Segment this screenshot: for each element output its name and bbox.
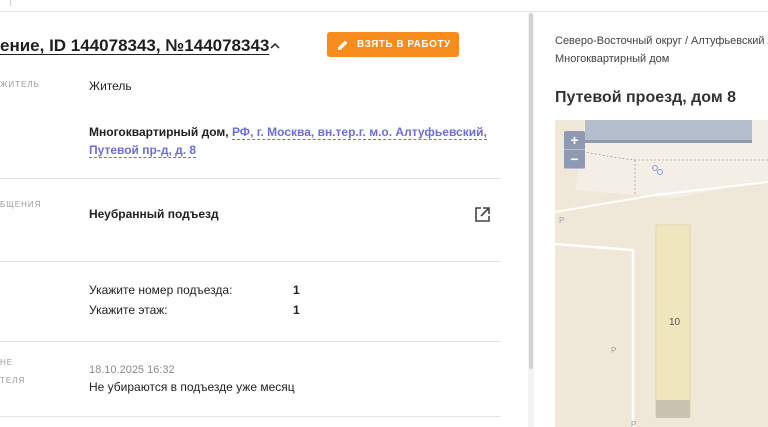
take-to-work-button[interactable]: ВЗЯТЬ В РАБОТУ: [327, 32, 459, 57]
comment-label-line2: ТЕЛЯ: [0, 376, 26, 385]
parking-poi-3: P: [631, 420, 637, 427]
place-title: Путевой проезд, дом 8: [555, 89, 737, 106]
breadcrumb: Северо-Восточный округ / Алтуфьевский / …: [555, 32, 768, 68]
comment-label-line1: НЕ: [0, 358, 14, 367]
author-object-section: ЖИТЕЛЬ Житель Многоквартирный дом, РФ, г…: [0, 71, 500, 179]
top-border: [0, 0, 768, 12]
open-external-icon[interactable]: [474, 206, 491, 223]
chevron-up-icon[interactable]: [269, 40, 281, 52]
parking-poi-2: P: [611, 346, 617, 355]
breadcrumb-line2[interactable]: Многоквартирный дом: [555, 50, 768, 68]
appeal-details-panel: ение, ID 144078343, №144078343 ВЗЯТЬ В Р…: [0, 13, 532, 427]
breadcrumb-line1[interactable]: Северо-Восточный округ / Алтуфьевский /: [555, 32, 768, 50]
top-tick: [10, 0, 11, 6]
take-to-work-label: ВЗЯТЬ В РАБОТУ: [357, 39, 451, 50]
scrollbar-thumb[interactable]: [529, 13, 533, 369]
zoom-out-button[interactable]: −: [564, 150, 585, 169]
problem-label: БЩЕНИЯ: [0, 200, 42, 209]
map-view[interactable]: + − 10 P P P: [555, 120, 768, 427]
comment-text: Не убираются в подъезде уже месяц: [89, 380, 295, 394]
appeal-title[interactable]: ение, ID 144078343, №144078343: [0, 36, 269, 56]
object-sidebar: Северо-Восточный округ / Алтуфьевский / …: [540, 13, 768, 427]
floor-label: Укажите этаж:: [89, 303, 168, 317]
entrance-value: 1: [293, 283, 300, 297]
entrance-label: Укажите номер подъезда:: [89, 283, 233, 297]
problem-value: Неубранный подъезд: [89, 207, 219, 221]
building-number: 10: [669, 317, 681, 328]
problem-section: БЩЕНИЯ Неубранный подъезд: [0, 179, 500, 262]
map-canvas: [555, 120, 768, 427]
map-zoom-controls: + −: [564, 131, 585, 169]
author-value: Житель: [89, 79, 132, 93]
object-type: Многоквартирный дом,: [89, 125, 229, 139]
zoom-in-button[interactable]: +: [564, 131, 585, 150]
object-address: Многоквартирный дом, РФ, г. Москва, вн.т…: [89, 123, 499, 159]
location-section: Укажите номер подъезда: 1 Укажите этаж: …: [0, 262, 500, 342]
parking-poi-1: P: [559, 216, 565, 225]
comment-section: НЕ ТЕЛЯ 18.10.2025 16:32 Не убираются в …: [0, 342, 500, 417]
comment-date: 18.10.2025 16:32: [89, 364, 175, 376]
author-label: ЖИТЕЛЬ: [0, 80, 40, 89]
floor-value: 1: [293, 303, 300, 317]
pencil-icon: [338, 40, 348, 50]
